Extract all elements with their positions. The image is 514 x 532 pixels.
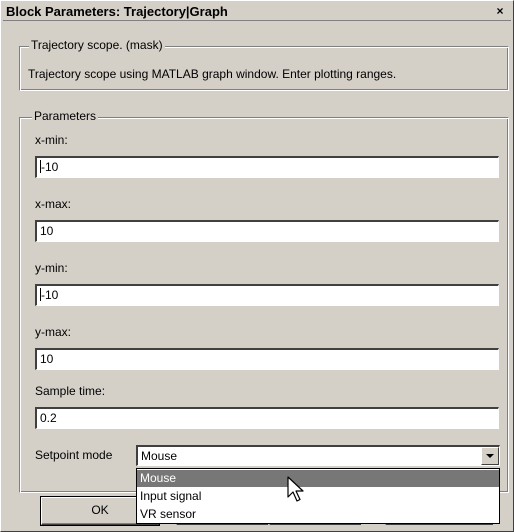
dropdown-option-input-signal[interactable]: Input signal [137, 488, 499, 505]
dropdown-option-mouse[interactable]: Mouse [137, 470, 499, 487]
title-bar[interactable]: Block Parameters: Trajectory|Graph × [3, 3, 511, 21]
ymin-value: -10 [41, 288, 59, 302]
xmax-label: x-max: [35, 197, 71, 211]
dropdown-option-vr-sensor[interactable]: VR sensor [137, 506, 499, 523]
ok-button-label: OK [91, 503, 109, 517]
ymin-input[interactable]: -10 [35, 284, 499, 306]
setpoint-mode-select[interactable]: Mouse [136, 445, 500, 466]
mask-group-label: Trajectory scope. (mask) [29, 38, 165, 52]
ymax-input[interactable]: 10 [35, 348, 499, 370]
setpoint-mode-dropdown-list: Mouse Input signal VR sensor [136, 468, 500, 524]
dialog-window: Block Parameters: Trajectory|Graph × Tra… [0, 0, 514, 532]
xmax-input[interactable]: 10 [35, 220, 499, 242]
xmax-value: 10 [40, 224, 54, 238]
xmin-input[interactable]: -10 [35, 156, 499, 178]
sample-time-label: Sample time: [35, 384, 106, 398]
parameters-group-label: Parameters [32, 109, 99, 123]
xmin-value: -10 [41, 160, 59, 174]
ymax-value: 10 [40, 352, 54, 366]
window-title: Block Parameters: Trajectory|Graph [6, 4, 228, 19]
chevron-down-icon [486, 454, 494, 458]
setpoint-mode-value: Mouse [141, 449, 178, 463]
mouse-pointer-icon [287, 476, 304, 502]
dropdown-button[interactable] [481, 447, 499, 465]
ymin-label: y-min: [35, 261, 68, 275]
setpoint-mode-label: Setpoint mode [35, 448, 113, 462]
xmin-label: x-min: [35, 133, 68, 147]
mask-description: Trajectory scope using MATLAB graph wind… [28, 67, 397, 81]
sample-time-value: 0.2 [40, 411, 57, 425]
ymax-label: y-max: [35, 325, 71, 339]
sample-time-input[interactable]: 0.2 [35, 407, 499, 429]
close-icon[interactable]: × [493, 5, 507, 18]
